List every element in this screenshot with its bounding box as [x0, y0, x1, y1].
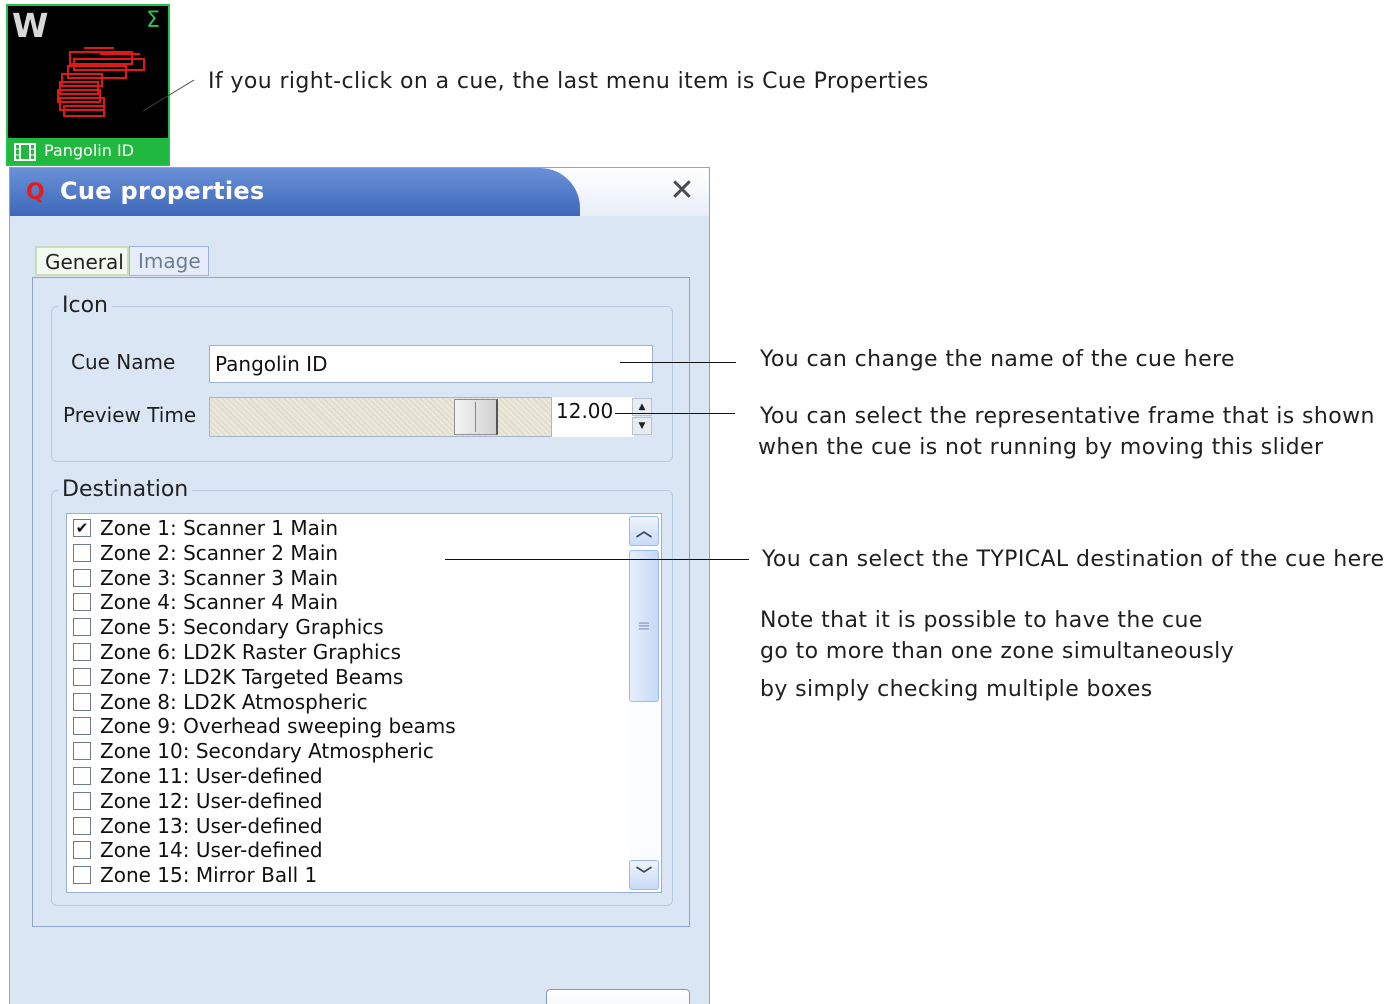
zone-label: Zone 13: User-defined: [100, 813, 323, 838]
leader-preview-time: [615, 413, 735, 414]
zone-checkbox[interactable]: [73, 767, 91, 785]
annotation-destination: You can select the TYPICAL destination o…: [762, 547, 1385, 572]
preview-time-label: Preview Time: [63, 403, 197, 427]
zone-row[interactable]: Zone 8: LD2K Atmospheric: [73, 690, 368, 714]
zone-checkbox[interactable]: [73, 568, 91, 587]
icon-group: Icon Cue Name Preview Time 12.00 ▲ ▼: [51, 293, 673, 462]
zone-label: Zone 4: Scanner 4 Main: [100, 590, 339, 615]
tab-general[interactable]: General: [35, 246, 129, 276]
zone-row[interactable]: Zone 14: User-defined: [73, 838, 323, 862]
zone-row[interactable]: Zone 5: Secondary Graphics: [73, 615, 384, 639]
zone-checkbox[interactable]: [73, 841, 91, 860]
zone-row[interactable]: Zone 9: Overhead sweeping beams: [73, 714, 456, 738]
zone-label: Zone 1: Scanner 1 Main: [100, 516, 339, 540]
destination-group: Destination ✔ Zone 1: Scanner 1 Main Zone …: [51, 477, 673, 906]
zone-checkbox[interactable]: [73, 692, 91, 711]
zone-checkbox[interactable]: ✔: [73, 519, 91, 537]
zone-row[interactable]: Zone 4: Scanner 4 Main: [73, 590, 338, 614]
general-tab-panel: Icon Cue Name Preview Time 12.00 ▲ ▼ Des…: [32, 277, 690, 927]
annotation-cue-name: You can change the name of the cue here: [760, 347, 1235, 372]
zone-list-scrollbar[interactable]: ︿ ≡ ﹀: [629, 516, 659, 890]
zone-row[interactable]: ✔ Zone 1: Scanner 1 Main: [73, 516, 338, 540]
zone-label: Zone 12: User-defined: [100, 788, 323, 813]
zone-label: Zone 11: User-defined: [100, 764, 323, 788]
close-icon[interactable]: ✕: [665, 174, 699, 208]
zone-checkbox[interactable]: [73, 816, 91, 835]
zone-row[interactable]: Zone 13: User-defined: [73, 814, 323, 838]
zone-label: Zone 14: User-defined: [100, 838, 323, 863]
zone-label: Zone 9: Overhead sweeping beams: [100, 714, 456, 739]
zone-label: Zone 15: Mirror Ball 1: [100, 863, 318, 888]
app-icon: Q: [26, 180, 45, 205]
zone-checkbox[interactable]: [73, 742, 91, 761]
zone-row[interactable]: Zone 2: Scanner 2 Main: [73, 541, 338, 565]
zone-checkbox[interactable]: [73, 593, 91, 612]
zone-checkbox[interactable]: [73, 543, 91, 562]
annotation-cue-properties: If you right-click on a cue, the last me…: [208, 69, 929, 94]
leader-destination: [445, 559, 749, 560]
zone-row[interactable]: Zone 10: Secondary Atmospheric: [73, 739, 434, 763]
spin-down-button[interactable]: ▼: [632, 417, 652, 435]
scroll-up-button[interactable]: ︿: [629, 516, 659, 546]
scroll-thumb[interactable]: ≡: [629, 550, 659, 702]
zone-label: Zone 8: LD2K Atmospheric: [100, 689, 368, 714]
zone-checkbox[interactable]: [73, 866, 91, 885]
zone-row[interactable]: Zone 11: User-defined: [73, 764, 323, 788]
leader-cue-name: [620, 362, 736, 363]
zone-label: Zone 5: Secondary Graphics: [100, 615, 384, 640]
cue-name-input[interactable]: [209, 345, 653, 383]
close-button[interactable]: Close: [546, 989, 690, 1004]
destination-group-label: Destination: [58, 477, 193, 502]
zone-row[interactable]: Zone 15: Mirror Ball 1: [73, 863, 317, 887]
annotation-note-line1: Note that it is possible to have the cue: [760, 608, 1203, 633]
dialog-title-tab: Q Cue properties: [10, 168, 580, 216]
zone-checkbox[interactable]: [73, 643, 91, 661]
tab-image[interactable]: Image: [129, 246, 209, 276]
zone-label: Zone 7: LD2K Targeted Beams: [100, 664, 404, 689]
zone-label: Zone 10: Secondary Atmospheric: [100, 739, 434, 764]
zone-checkbox[interactable]: [73, 791, 91, 810]
zone-row[interactable]: Zone 7: LD2K Targeted Beams: [73, 665, 403, 689]
zone-list: ✔ Zone 1: Scanner 1 Main Zone 2: Scanner 2…: [66, 513, 662, 893]
annotation-preview-line1: You can select the representative frame …: [760, 404, 1375, 429]
zone-checkbox[interactable]: [73, 667, 91, 686]
zone-row[interactable]: Zone 12: User-defined: [73, 789, 323, 813]
zone-label: Zone 2: Scanner 2 Main: [100, 540, 339, 565]
zone-label: Zone 3: Scanner 3 Main: [100, 565, 339, 590]
scroll-down-button[interactable]: ﹀: [629, 860, 659, 890]
zone-checkbox[interactable]: [73, 618, 91, 637]
zone-row[interactable]: Zone 6: LD2K Raster Graphics: [73, 640, 401, 664]
preview-slider-thumb[interactable]: [454, 399, 498, 435]
zone-label: Zone 6: LD2K Raster Graphics: [100, 640, 402, 664]
icon-group-label: Icon: [58, 293, 112, 318]
annotation-preview-line2: when the cue is not running by moving th…: [758, 435, 1324, 460]
preview-time-slider[interactable]: [209, 397, 552, 437]
dialog-titlebar[interactable]: Q Cue properties ✕: [10, 168, 709, 216]
dialog-body: General Image Icon Cue Name Preview Time…: [10, 216, 709, 1004]
zone-checkbox[interactable]: [73, 717, 91, 736]
zone-row[interactable]: Zone 3: Scanner 3 Main: [73, 566, 338, 590]
annotation-note-line2: go to more than one zone simultaneously: [760, 639, 1235, 664]
annotation-note-line3: by simply checking multiple boxes: [760, 677, 1153, 702]
dialog-title: Cue properties: [60, 177, 265, 205]
cue-name-label: Cue Name: [71, 350, 176, 374]
preview-time-value[interactable]: 12.00: [552, 397, 634, 437]
cue-properties-dialog: Q Cue properties ✕ General Image Icon Cu…: [9, 167, 710, 1004]
